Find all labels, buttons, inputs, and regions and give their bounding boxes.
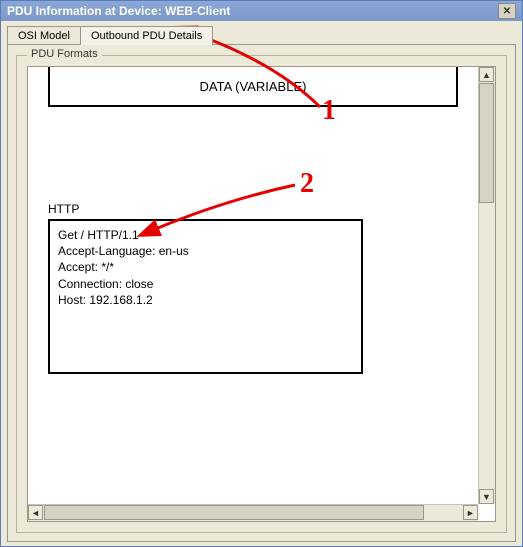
http-line: Get / HTTP/1.1 xyxy=(58,227,353,243)
scroll-down-icon[interactable]: ▼ xyxy=(479,489,494,504)
pdu-formats-fieldset: PDU Formats DATA (VARIABLE) HTTP Get / H… xyxy=(16,55,507,533)
http-line: Host: 192.168.1.2 xyxy=(58,292,353,308)
fieldset-legend: PDU Formats xyxy=(27,48,102,60)
http-line: Connection: close xyxy=(58,276,353,292)
tab-panel: PDU Formats DATA (VARIABLE) HTTP Get / H… xyxy=(7,44,516,542)
scroll-up-icon[interactable]: ▲ xyxy=(479,67,494,82)
scroll-thumb-horizontal[interactable] xyxy=(44,505,424,520)
title-bar: PDU Information at Device: WEB-Client ✕ xyxy=(1,1,522,21)
tab-outbound-pdu-details[interactable]: Outbound PDU Details xyxy=(80,26,213,45)
close-icon[interactable]: ✕ xyxy=(498,3,516,19)
http-label: HTTP xyxy=(48,202,458,216)
data-variable-box: DATA (VARIABLE) xyxy=(48,67,458,107)
data-variable-label: DATA (VARIABLE) xyxy=(200,79,307,94)
scroll-thumb-vertical[interactable] xyxy=(479,83,494,203)
scroll-right-icon[interactable]: ► xyxy=(463,505,478,520)
window-title: PDU Information at Device: WEB-Client xyxy=(7,4,230,18)
scroll-left-icon[interactable]: ◄ xyxy=(28,505,43,520)
vertical-scrollbar[interactable]: ▲ ▼ xyxy=(478,67,495,504)
horizontal-scrollbar[interactable]: ◄ ► xyxy=(28,504,478,521)
http-line: Accept-Language: en-us xyxy=(58,243,353,259)
http-line: Accept: */* xyxy=(58,259,353,275)
pdu-content: DATA (VARIABLE) HTTP Get / HTTP/1.1 Acce… xyxy=(28,67,478,504)
pdu-info-window: PDU Information at Device: WEB-Client ✕ … xyxy=(0,0,523,547)
pdu-scroll-area: DATA (VARIABLE) HTTP Get / HTTP/1.1 Acce… xyxy=(27,66,496,522)
http-section: HTTP Get / HTTP/1.1 Accept-Language: en-… xyxy=(48,202,458,374)
tab-strip: OSI Model Outbound PDU Details xyxy=(7,25,522,44)
tab-osi-model[interactable]: OSI Model xyxy=(7,26,81,45)
http-box: Get / HTTP/1.1 Accept-Language: en-us Ac… xyxy=(48,219,363,374)
